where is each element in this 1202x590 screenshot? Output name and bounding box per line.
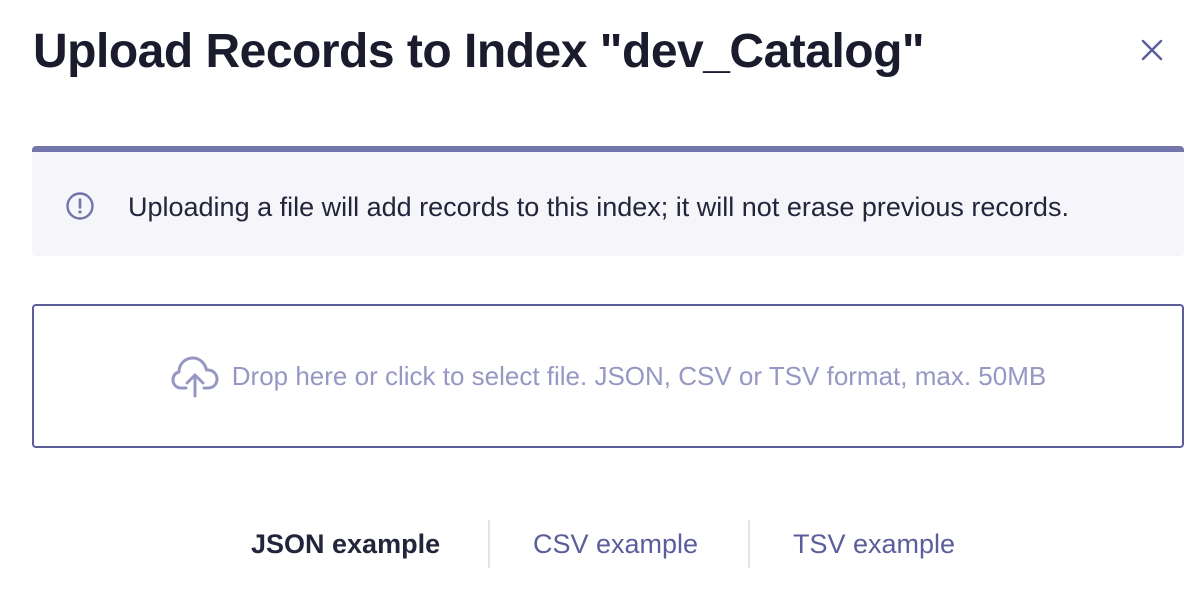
tab-divider <box>488 520 490 568</box>
close-button[interactable] <box>1136 34 1168 66</box>
tab-json-example[interactable]: JSON example <box>251 518 440 570</box>
example-tabs: JSON example CSV example TSV example <box>0 518 1202 570</box>
notice-text: Uploading a file will add records to thi… <box>128 192 1069 222</box>
info-circle-icon <box>66 192 94 220</box>
cloud-upload-icon <box>171 356 219 398</box>
dialog-title: Upload Records to Index "dev_Catalog" <box>33 25 925 78</box>
upload-records-dialog: Upload Records to Index "dev_Catalog" Up… <box>0 0 1202 590</box>
dropzone-text: Drop here or click to select file. JSON,… <box>231 360 1047 391</box>
file-dropzone[interactable]: Drop here or click to select file. JSON,… <box>32 304 1184 448</box>
tab-divider <box>748 520 750 568</box>
close-icon <box>1141 39 1163 61</box>
info-notice: Uploading a file will add records to thi… <box>32 146 1184 256</box>
tab-tsv-example[interactable]: TSV example <box>793 518 955 570</box>
tab-csv-example[interactable]: CSV example <box>533 518 698 570</box>
